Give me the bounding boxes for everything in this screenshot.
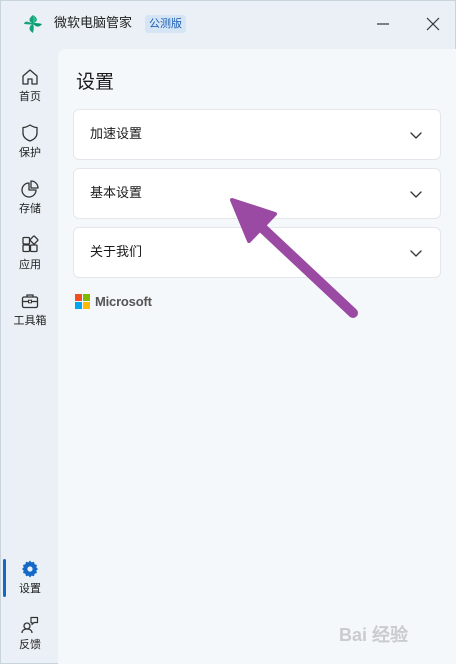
sidebar-item-home[interactable]: 首页 <box>3 61 57 111</box>
sidebar-item-protect[interactable]: 保护 <box>3 117 57 167</box>
feedback-icon <box>21 616 39 634</box>
about-us-section[interactable]: 关于我们 <box>73 227 441 278</box>
sidebar-item-label: 工具箱 <box>13 314 47 327</box>
gear-icon <box>22 560 38 578</box>
sidebar-nav: 首页 保护 存储 应用 工具箱 设置 反馈 <box>1 47 58 664</box>
sidebar-item-label: 存储 <box>19 202 41 215</box>
beta-badge: 公测版 <box>145 15 186 33</box>
page-title: 设置 <box>76 71 115 93</box>
sidebar-item-settings[interactable]: 设置 <box>3 553 57 603</box>
home-icon <box>22 69 38 85</box>
settings-panel: 设置 加速设置 基本设置 关于我们 Microsoft <box>58 49 456 664</box>
sidebar-item-apps[interactable]: 应用 <box>3 229 57 279</box>
app-window: 微软电脑管家 公测版 首页 保护 存储 应用 工具箱 设置 反馈 设置 加速设置… <box>0 0 456 664</box>
app-title: 微软电脑管家 <box>54 16 133 31</box>
close-button[interactable] <box>420 11 446 37</box>
acceleration-settings-section[interactable]: 加速设置 <box>73 109 441 160</box>
app-logo-icon <box>24 15 42 33</box>
sidebar-item-label: 反馈 <box>19 638 41 651</box>
microsoft-logo: Microsoft <box>75 294 152 309</box>
apps-icon <box>22 235 39 253</box>
title-bar: 微软电脑管家 公测版 <box>1 1 455 47</box>
sidebar-item-label: 首页 <box>19 90 41 103</box>
sidebar-item-label: 应用 <box>19 258 41 271</box>
shield-icon <box>22 124 38 142</box>
basic-settings-section[interactable]: 基本设置 <box>73 168 441 219</box>
minimize-button[interactable] <box>370 11 396 37</box>
pie-chart-icon <box>21 180 39 198</box>
chevron-down-icon <box>410 132 422 139</box>
toolbox-icon <box>21 294 39 309</box>
sidebar-item-label: 保护 <box>19 146 41 159</box>
sidebar-item-toolbox[interactable]: 工具箱 <box>3 285 57 335</box>
microsoft-squares-icon <box>75 294 90 309</box>
sidebar-item-feedback[interactable]: 反馈 <box>3 609 57 659</box>
section-label: 加速设置 <box>90 127 143 142</box>
close-icon <box>426 17 440 31</box>
section-label: 基本设置 <box>90 186 143 201</box>
sidebar-item-storage[interactable]: 存储 <box>3 173 57 223</box>
chevron-down-icon <box>410 250 422 257</box>
sidebar-item-label: 设置 <box>19 582 41 595</box>
watermark: Bai 经验 <box>339 625 409 645</box>
section-label: 关于我们 <box>90 245 143 260</box>
microsoft-wordmark: Microsoft <box>95 294 152 309</box>
chevron-down-icon <box>410 191 422 198</box>
minimize-icon <box>377 23 389 25</box>
